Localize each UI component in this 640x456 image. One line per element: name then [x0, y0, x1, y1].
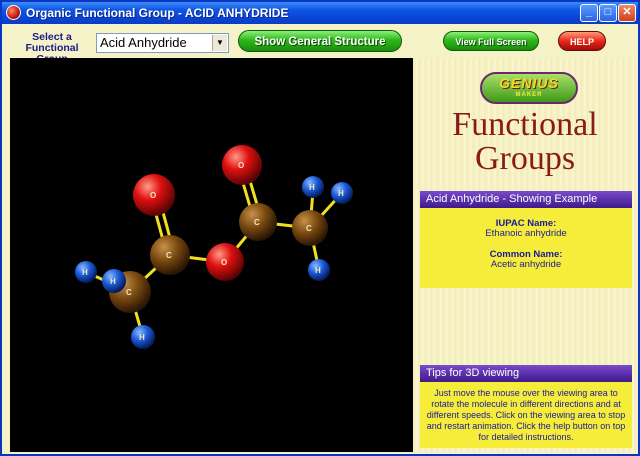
help-button[interactable]: HELP [558, 31, 606, 51]
atom-label: H [309, 183, 315, 192]
maximize-button[interactable]: □ [599, 4, 617, 22]
heading-functional: Functional [452, 106, 598, 143]
genius-maker-logo: GENIUS MAKER [480, 72, 578, 104]
hydrogen-atom: H [75, 261, 97, 283]
oxygen-atom-bridge: O [206, 243, 244, 281]
hydrogen-atom: H [308, 259, 330, 281]
molecule-3d-viewport[interactable]: O O O C C C C H H H H H H [10, 58, 413, 452]
hydrogen-atom: H [131, 325, 155, 349]
hydrogen-atom: H [331, 182, 353, 204]
tips-panel-title: Tips for 3D viewing [420, 365, 632, 382]
title-bar[interactable]: Organic Functional Group - ACID ANHYDRID… [2, 2, 638, 24]
functional-group-select-value: Acid Anhydride [100, 35, 187, 50]
view-full-screen-button[interactable]: View Full Screen [443, 31, 539, 51]
info-sidebar: GENIUS MAKER Functional Groups Acid Anhy… [414, 58, 636, 452]
show-general-structure-button[interactable]: Show General Structure [238, 30, 402, 52]
hydrogen-atom: H [102, 269, 126, 293]
app-icon[interactable] [6, 5, 21, 20]
atom-label: O [221, 258, 227, 267]
close-button[interactable]: ✕ [618, 4, 636, 22]
atom-label: O [150, 191, 156, 200]
iupac-name-value: Ethanoic anhydride [485, 228, 567, 239]
hydrogen-atom: H [302, 176, 324, 198]
chevron-down-icon[interactable]: ▼ [212, 35, 227, 51]
logo-sub-text: MAKER [515, 92, 543, 98]
oxygen-atom-carbonyl-left: O [133, 174, 175, 216]
carbon-atom-carbonyl-right: C [239, 203, 277, 241]
atom-label: C [254, 218, 260, 227]
molecule-svg[interactable]: O O O C C C C H H H H H H [10, 58, 413, 452]
heading-groups: Groups [474, 140, 576, 177]
toolbar: Select a Functional Group Acid Anhydride… [2, 24, 638, 65]
atom-label: H [315, 266, 321, 275]
example-panel: IUPAC Name: Ethanoic anhydride Common Na… [420, 208, 632, 288]
window-title: Organic Functional Group - ACID ANHYDRID… [26, 6, 289, 20]
logo-main-text: GENIUS [499, 75, 559, 91]
atom-label: H [110, 277, 116, 286]
minimize-button[interactable]: _ [580, 4, 598, 22]
common-name-value: Acetic anhydride [490, 259, 562, 270]
atoms: O O O C C C C H H H H H H [75, 145, 353, 349]
carbon-atom-carbonyl-left: C [150, 235, 190, 275]
atom-label: H [338, 189, 344, 198]
tips-text: Just move the mouse over the viewing are… [426, 388, 626, 442]
tips-panel: Just move the mouse over the viewing are… [420, 382, 632, 448]
carbon-atom-methyl-right: C [292, 210, 328, 246]
app-window: Organic Functional Group - ACID ANHYDRID… [0, 0, 640, 456]
atom-label: H [82, 268, 88, 277]
atom-label: H [139, 333, 145, 342]
oxygen-atom-carbonyl-right: O [222, 145, 262, 185]
atom-label: C [126, 288, 132, 297]
example-panel-title: Acid Anhydride - Showing Example [420, 191, 632, 208]
atom-label: C [166, 251, 172, 260]
atom-label: O [238, 161, 244, 170]
functional-group-select[interactable]: Acid Anhydride ▼ [96, 33, 229, 53]
atom-label: C [306, 224, 312, 233]
